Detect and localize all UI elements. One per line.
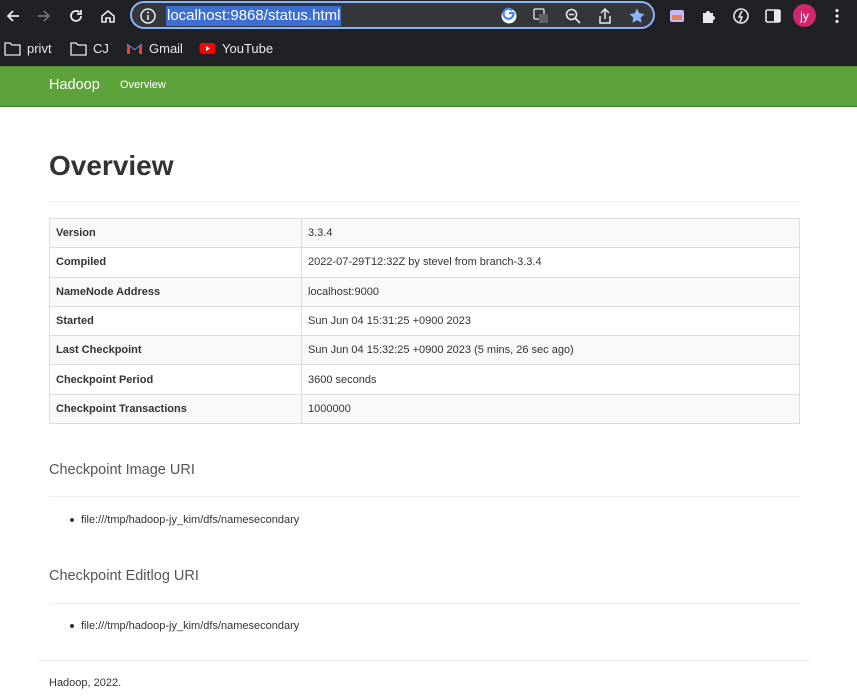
table-row: Last Checkpoint Sun Jun 04 15:32:25 +0900… bbox=[49, 335, 800, 366]
list-item: file:///tmp/hadoop-jy_kim/dfs/namesecond… bbox=[70, 620, 299, 632]
bookmark-label: Gmail bbox=[149, 40, 183, 56]
browser-toolbar: localhost:9868/status.html jy bbox=[0, 0, 857, 32]
translate-icon[interactable] bbox=[532, 7, 550, 25]
folder-icon bbox=[4, 41, 21, 56]
row-value: localhost:9000 bbox=[301, 276, 800, 307]
page-title: Overview bbox=[49, 150, 174, 181]
home-button[interactable] bbox=[96, 4, 120, 28]
gmail-icon bbox=[126, 43, 143, 54]
address-bar[interactable]: localhost:9868/status.html bbox=[130, 1, 655, 29]
bullet-icon bbox=[70, 624, 74, 628]
divider bbox=[49, 603, 800, 604]
bookmark-youtube[interactable]: YouTube bbox=[199, 38, 273, 58]
table-row: Checkpoint Transactions 1000000 bbox=[49, 393, 800, 425]
home-icon bbox=[101, 9, 115, 23]
row-key: Checkpoint Transactions bbox=[49, 393, 302, 425]
table-row: Compiled 2022-07-29T12:32Z by stevel from… bbox=[49, 247, 800, 278]
site-info-icon[interactable] bbox=[139, 7, 157, 25]
profile-avatar[interactable]: jy bbox=[793, 4, 816, 27]
back-button[interactable] bbox=[1, 4, 25, 28]
row-value: 1000000 bbox=[301, 393, 800, 425]
reload-icon bbox=[70, 10, 82, 22]
bookmark-label: privt bbox=[27, 40, 52, 56]
back-arrow-icon bbox=[6, 10, 19, 22]
speed-icon bbox=[733, 8, 749, 24]
row-key: Version bbox=[49, 217, 302, 249]
row-key: Compiled bbox=[49, 247, 302, 278]
bookmark-label: CJ bbox=[93, 40, 109, 56]
image-uri-title: Checkpoint Image URI bbox=[49, 462, 195, 478]
overview-table: Version 3.3.4 Compiled 2022-07-29T12:32Z by… bbox=[49, 217, 800, 425]
performance-button[interactable] bbox=[729, 4, 753, 28]
forward-arrow-icon bbox=[38, 10, 51, 22]
row-value: Sun Jun 04 15:32:25 +0900 2023 (5 mins, … bbox=[301, 335, 800, 366]
bullet-icon bbox=[70, 518, 74, 522]
editlog-uri-title: Checkpoint Editlog URI bbox=[49, 568, 199, 584]
puzzle-icon bbox=[703, 11, 715, 23]
footer-divider bbox=[36, 660, 812, 661]
hadoop-navbar: Hadoop Overview bbox=[0, 66, 857, 107]
brand-link[interactable]: Hadoop bbox=[49, 77, 100, 93]
image-uri-value: file:///tmp/hadoop-jy_kim/dfs/namesecond… bbox=[81, 514, 300, 526]
folder-icon bbox=[70, 41, 87, 56]
reload-button[interactable] bbox=[64, 4, 88, 28]
share-icon[interactable] bbox=[596, 7, 614, 25]
side-panel-icon bbox=[765, 9, 781, 23]
youtube-icon bbox=[199, 42, 216, 54]
row-key: Checkpoint Period bbox=[49, 364, 302, 395]
divider bbox=[49, 496, 800, 497]
row-key: Last Checkpoint bbox=[49, 335, 302, 366]
row-value: 3.3.4 bbox=[301, 217, 800, 249]
nav-overview-link[interactable]: Overview bbox=[120, 79, 166, 91]
bookmark-label: YouTube bbox=[222, 40, 274, 56]
bookmark-star-icon[interactable] bbox=[628, 7, 646, 25]
row-value: Sun Jun 04 15:31:25 +0900 2023 bbox=[301, 305, 800, 337]
menu-button[interactable] bbox=[825, 4, 849, 28]
divider bbox=[49, 201, 800, 202]
tab-search-button[interactable] bbox=[665, 4, 689, 28]
table-row: Started Sun Jun 04 15:31:25 +0900 2023 bbox=[49, 305, 800, 337]
footer-text: Hadoop, 2022. bbox=[49, 677, 122, 689]
bookmark-privt[interactable]: privt bbox=[4, 38, 52, 58]
forward-button[interactable] bbox=[32, 4, 56, 28]
bookmark-cj[interactable]: CJ bbox=[70, 38, 109, 58]
browser-chrome: localhost:9868/status.html jy privt CJ G… bbox=[0, 0, 857, 66]
zoom-icon[interactable] bbox=[564, 7, 582, 25]
row-value: 3600 seconds bbox=[301, 364, 800, 395]
table-row: Version 3.3.4 bbox=[49, 217, 800, 249]
kebab-menu-icon bbox=[835, 8, 839, 24]
table-row: NameNode Address localhost:9000 bbox=[49, 276, 800, 307]
row-key: Started bbox=[49, 305, 302, 337]
extensions-button[interactable] bbox=[697, 4, 721, 28]
editlog-uri-value: file:///tmp/hadoop-jy_kim/dfs/namesecond… bbox=[81, 620, 300, 632]
bookmarks-bar: privt CJ Gmail YouTube bbox=[0, 33, 857, 61]
table-row: Checkpoint Period 3600 seconds bbox=[49, 364, 800, 395]
side-panel-button[interactable] bbox=[761, 4, 785, 28]
list-item: file:///tmp/hadoop-jy_kim/dfs/namesecond… bbox=[70, 514, 299, 526]
row-key: NameNode Address bbox=[49, 276, 302, 307]
row-value: 2022-07-29T12:32Z by stevel from branch-… bbox=[301, 247, 800, 278]
url-text[interactable]: localhost:9868/status.html bbox=[166, 6, 342, 26]
bookmark-gmail[interactable]: Gmail bbox=[126, 38, 183, 58]
google-lens-icon[interactable] bbox=[500, 7, 518, 25]
browser-window-icon bbox=[670, 10, 684, 22]
